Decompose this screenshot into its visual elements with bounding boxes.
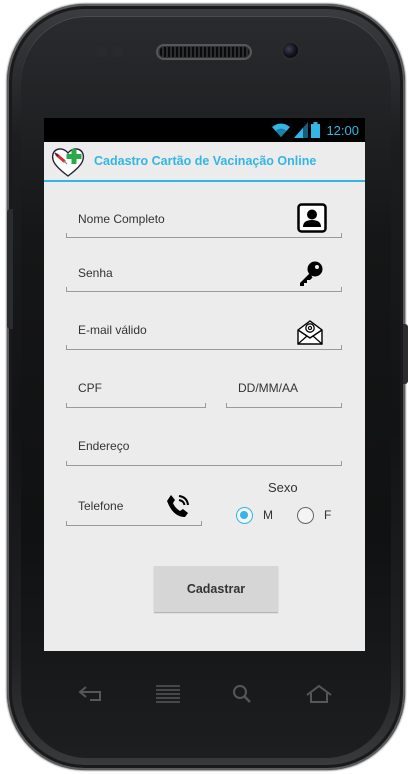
email-placeholder: E-mail válido — [78, 323, 147, 337]
sex-label: Sexo — [268, 480, 298, 495]
status-bar: 12:00 — [44, 118, 365, 142]
wifi-icon — [272, 123, 291, 137]
full-name-placeholder: Nome Completo — [78, 212, 165, 226]
password-placeholder: Senha — [78, 266, 113, 280]
sex-radio-m[interactable] — [236, 507, 253, 524]
sex-radio-f[interactable] — [297, 507, 314, 524]
full-name-underline — [66, 233, 342, 238]
proximity-sensor — [96, 46, 108, 58]
address-placeholder: Endereço — [78, 439, 130, 453]
status-time: 12:00 — [326, 122, 359, 138]
menu-key-icon[interactable] — [153, 684, 183, 704]
power-button — [403, 324, 408, 384]
birthdate-underline — [226, 403, 342, 408]
cpf-underline — [66, 403, 206, 408]
home-key-icon[interactable] — [304, 684, 334, 704]
back-key-icon[interactable] — [76, 684, 106, 704]
app-title: Cadastro Cartão de Vacinação Online — [94, 154, 317, 168]
cpf-field[interactable]: CPF — [66, 370, 206, 408]
earpiece-speaker — [158, 46, 250, 58]
phone-call-icon — [167, 495, 189, 517]
birthdate-field[interactable]: DD/MM/AA — [226, 370, 342, 408]
search-key-icon[interactable] — [229, 684, 259, 704]
address-underline — [66, 461, 342, 466]
screen: 12:00 Cadastro Cartão de Vacinação Onlin… — [44, 118, 365, 651]
battery-icon — [311, 122, 321, 138]
envelope-at-icon — [297, 320, 323, 345]
phone-underline — [66, 521, 202, 526]
light-sensor — [112, 46, 124, 58]
birthdate-placeholder: DD/MM/AA — [238, 381, 298, 395]
volume-button — [7, 209, 13, 329]
register-button[interactable]: Cadastrar — [154, 566, 278, 612]
contact-card-icon — [297, 203, 327, 233]
key-icon — [300, 261, 323, 286]
cpf-placeholder: CPF — [78, 381, 102, 395]
phone-placeholder: Telefone — [78, 499, 124, 513]
sex-option-m-label: M — [263, 508, 273, 522]
vaccine-heart-logo-icon — [51, 148, 85, 177]
signal-icon — [294, 122, 309, 138]
address-field[interactable]: Endereço — [66, 428, 342, 466]
sex-option-f-label: F — [324, 508, 332, 522]
front-camera — [283, 43, 298, 58]
action-bar: Cadastro Cartão de Vacinação Online — [44, 142, 365, 182]
